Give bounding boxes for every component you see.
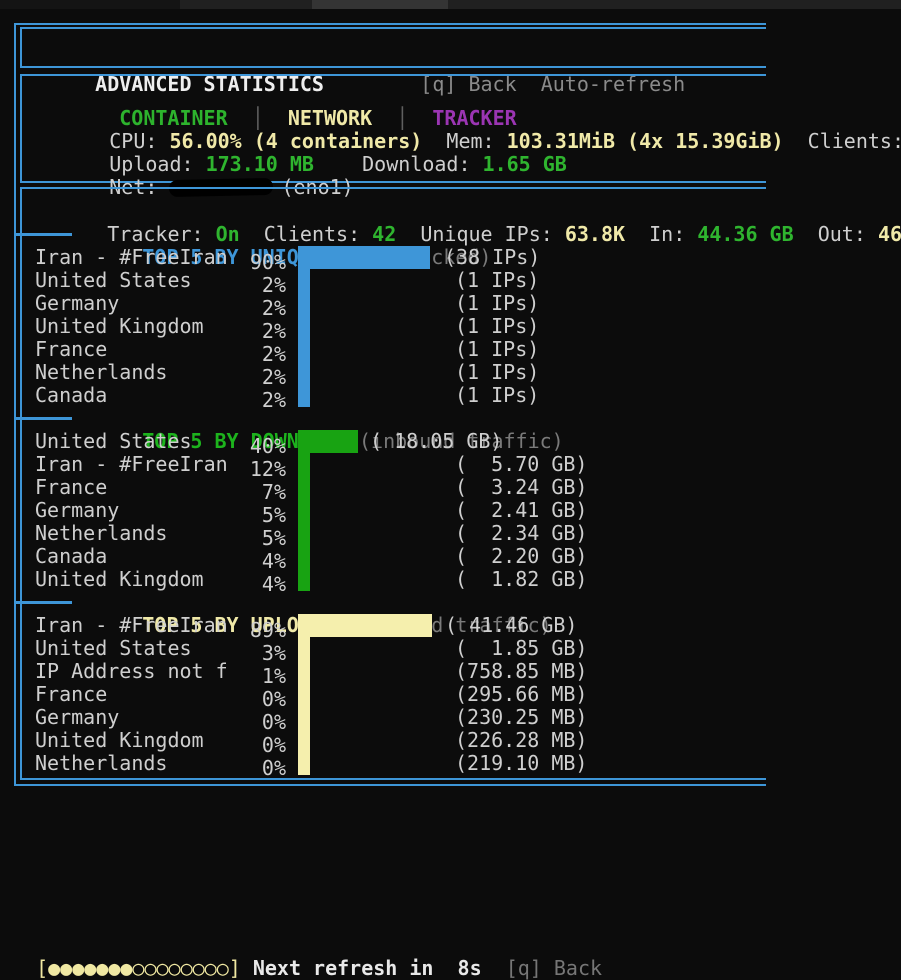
- upload-bar: [298, 614, 432, 637]
- stats-panel: CONTAINER │ NETWORK │ TRACKER CPU: 56.00…: [20, 74, 766, 183]
- out-total: 46.34 GB: [878, 222, 901, 246]
- table-row: France0%(295.66 MB): [22, 683, 766, 706]
- section-header-download: TOP 5 BY DOWNLOAD (inbound traffic): [22, 407, 766, 430]
- download-bar: [298, 499, 310, 522]
- section-header-unique-ips: TOP 5 BY UNIQUE IPs (tracked): [22, 223, 766, 246]
- tracker-panel: Tracker: On Clients: 42 Unique IPs: 63.8…: [20, 187, 766, 780]
- title-panel: ADVANCED STATISTICS [q] Back Auto-refres…: [20, 27, 766, 68]
- table-row: United Kingdom2%(1 IPs): [22, 315, 766, 338]
- table-row: United States2%(1 IPs): [22, 269, 766, 292]
- download-bar: [298, 522, 310, 545]
- table-row: Germany2%(1 IPs): [22, 292, 766, 315]
- table-row: IP Address not f1%(758.85 MB): [22, 660, 766, 683]
- table-row: United States3%( 1.85 GB): [22, 637, 766, 660]
- refresh-progress-dots: [●●●●●●●○○○○○○○○]: [36, 956, 241, 980]
- table-row: Iran - #FreeIran12%( 5.70 GB): [22, 453, 766, 476]
- window-tab[interactable]: [312, 0, 448, 9]
- section-connector-line: [14, 233, 72, 236]
- table-row: Germany5%( 2.41 GB): [22, 499, 766, 522]
- table-row: Canada2%(1 IPs): [22, 384, 766, 407]
- download-bar: [298, 476, 310, 499]
- table-row: United Kingdom0%(226.28 MB): [22, 729, 766, 752]
- unique-ips-bar: [298, 292, 310, 315]
- unique-ips-bar: [298, 338, 310, 361]
- table-row: Iran - #FreeIran89%( 41.46 GB): [22, 614, 766, 637]
- table-row: United States40%( 18.05 GB): [22, 430, 766, 453]
- table-row: United Kingdom4%( 1.82 GB): [22, 568, 766, 591]
- status-bar: [●●●●●●●○○○○○○○○] Next refresh in 8s [q]…: [12, 934, 602, 957]
- unique-ips-bar: [298, 246, 430, 269]
- section-header-upload: TOP 5 BY UPLOAD (outbound traffic): [22, 591, 766, 614]
- upload-bar: [298, 660, 310, 683]
- back-key-hint[interactable]: [q] Back: [482, 956, 602, 980]
- download-bar: [298, 453, 310, 476]
- window-strip-left: [0, 0, 180, 9]
- table-row: Canada4%( 2.20 GB): [22, 545, 766, 568]
- download-bar: [298, 545, 310, 568]
- upload-bar: [298, 729, 310, 752]
- upload-bar: [298, 752, 310, 775]
- download-bar: [298, 430, 358, 453]
- table-row: Netherlands2%(1 IPs): [22, 361, 766, 384]
- download-bar: [298, 568, 310, 591]
- tabs-row: CONTAINER │ NETWORK │ TRACKER: [22, 84, 766, 107]
- transfer-row: Upload: 173.10 MB Download: 1.65 GB: [22, 130, 766, 153]
- table-row: Netherlands0%(219.10 MB): [22, 752, 766, 775]
- unique-ips-bar: [298, 361, 310, 384]
- table-row: Netherlands5%( 2.34 GB): [22, 522, 766, 545]
- table-row: France7%( 3.24 GB): [22, 476, 766, 499]
- tracker-summary-row: Tracker: On Clients: 42 Unique IPs: 63.8…: [22, 200, 766, 223]
- unique-ips-bar: [298, 269, 310, 292]
- upload-bar: [298, 706, 310, 729]
- unique-ips-bar: [298, 384, 310, 407]
- window-title-strip: [0, 0, 901, 9]
- net-row: Net: (eno1): [22, 153, 766, 176]
- table-row: Germany0%(230.25 MB): [22, 706, 766, 729]
- refresh-countdown: Next refresh in 8s: [241, 956, 482, 980]
- cpu-row: CPU: 56.00% (4 containers) Mem: 103.31Mi…: [22, 107, 766, 130]
- section-connector-line: [14, 601, 72, 604]
- table-row: Iran - #FreeIran90%(38 IPs): [22, 246, 766, 269]
- table-row: France2%(1 IPs): [22, 338, 766, 361]
- section-connector-line: [14, 417, 72, 420]
- unique-ips-bar: [298, 315, 310, 338]
- upload-bar: [298, 637, 310, 660]
- upload-bar: [298, 683, 310, 706]
